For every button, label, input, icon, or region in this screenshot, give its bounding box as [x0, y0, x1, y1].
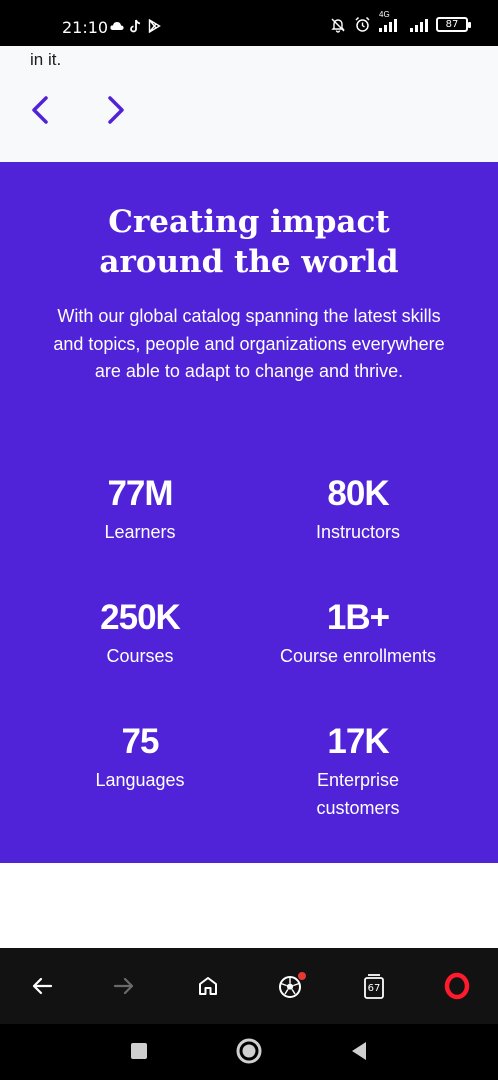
play-store-icon — [148, 19, 161, 33]
stat-value: 1B+ — [326, 598, 390, 637]
opera-icon — [444, 972, 470, 1000]
carousel-next-button[interactable] — [100, 94, 132, 126]
stat-value: 75 — [121, 722, 160, 761]
stat-label: Courses — [106, 646, 174, 666]
battery-icon: 87 — [436, 17, 471, 32]
stat-label: Languages — [95, 770, 185, 790]
system-icons: 4G 87 — [330, 10, 471, 33]
notification-icons — [110, 19, 161, 33]
stat-enrollments: 1B+ Course enrollments — [248, 598, 468, 670]
browser-toolbar: 67 — [0, 948, 498, 1024]
stat-value: 80K — [327, 474, 389, 513]
status-time: 21:10 — [62, 18, 109, 37]
battery-level: 87 — [445, 19, 459, 30]
football-button[interactable] — [273, 970, 309, 1002]
cloud-icon — [110, 22, 124, 30]
forward-button[interactable] — [106, 970, 142, 1002]
impact-description: With our global catalog spanning the lat… — [53, 306, 445, 381]
stat-languages: 75 Languages — [30, 722, 250, 794]
alarm-icon — [355, 16, 370, 32]
carousel-area: in it. — [0, 46, 498, 162]
stat-label: Instructors — [315, 522, 401, 542]
signal-icon-2 — [410, 18, 428, 32]
signal-icon: 4G — [379, 10, 402, 32]
impact-title: Creating impact around the world — [99, 204, 399, 280]
recent-apps-icon — [131, 1043, 147, 1059]
chevron-left-icon — [32, 96, 48, 124]
forward-arrow-icon — [113, 977, 134, 995]
back-button[interactable] — [24, 970, 60, 1002]
status-bar: 21:10 4G 87 — [0, 0, 498, 46]
tab-count: 67 — [367, 982, 381, 994]
back-arrow-icon — [32, 977, 53, 995]
home-icon — [199, 977, 217, 995]
back-triangle-icon — [352, 1042, 366, 1060]
stat-label: Course enrollments — [279, 646, 437, 666]
network-type: 4G — [379, 9, 390, 19]
stat-label: Enterprise customers — [316, 770, 400, 818]
stat-label: Learners — [104, 522, 176, 542]
stat-learners: 77M Learners — [30, 474, 250, 546]
partial-text: in it. — [30, 50, 62, 69]
home-button[interactable] — [190, 970, 226, 1002]
impact-section: Creating impact around the world With ou… — [0, 162, 498, 863]
recent-apps-button[interactable] — [124, 1036, 154, 1066]
stat-value: 17K — [327, 722, 389, 761]
opera-menu-button[interactable] — [439, 970, 475, 1002]
stat-enterprise: 17K Enterprise customers — [248, 722, 468, 822]
stat-courses: 250K Courses — [30, 598, 250, 670]
stat-value: 250K — [100, 598, 181, 637]
carousel-prev-button[interactable] — [24, 94, 56, 126]
tabs-button[interactable]: 67 — [356, 970, 392, 1002]
mute-icon — [331, 18, 345, 33]
back-nav-button[interactable] — [344, 1036, 374, 1066]
football-icon — [279, 972, 306, 998]
stat-value: 77M — [107, 474, 173, 513]
home-circle-icon — [236, 1038, 262, 1064]
stat-instructors: 80K Instructors — [248, 474, 468, 546]
android-nav-bar — [0, 1024, 498, 1080]
home-nav-button[interactable] — [234, 1036, 264, 1066]
chevron-right-icon — [108, 96, 124, 124]
tiktok-icon — [130, 19, 141, 33]
